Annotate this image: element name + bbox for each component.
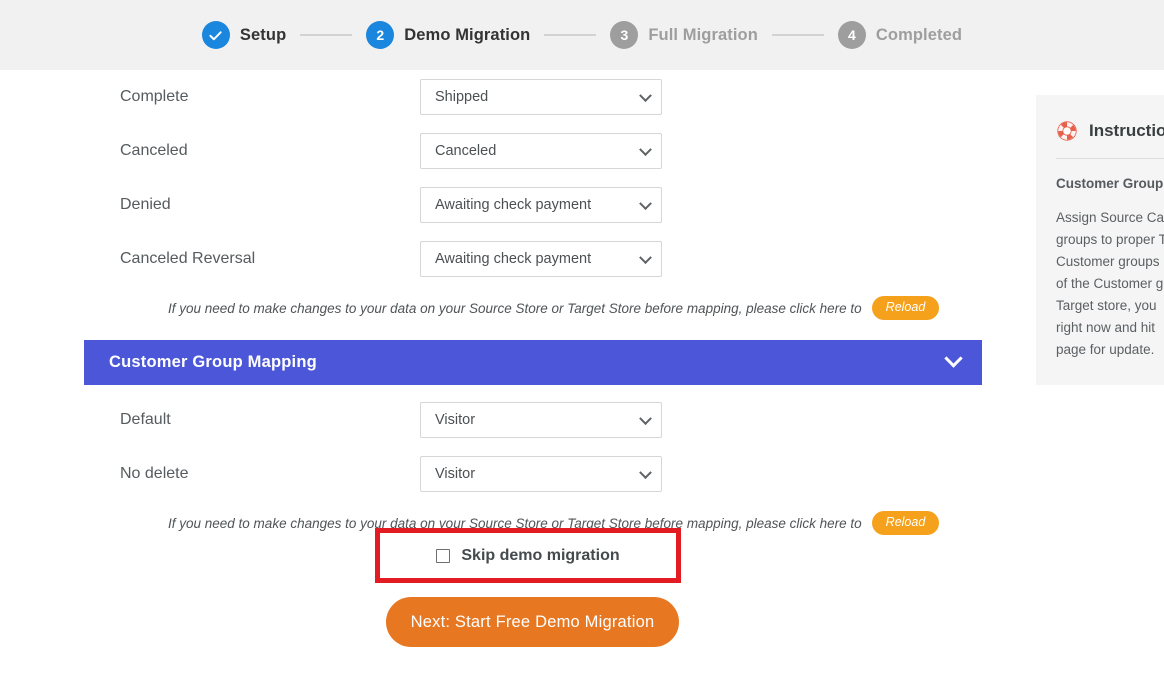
- mapping-row-canceled: Canceled Canceled: [0, 124, 1164, 178]
- migration-stepper: Setup 2 Demo Migration 3 Full Migration …: [0, 0, 1164, 70]
- instructions-line: Customer groups: [1056, 254, 1160, 269]
- mapping-select-canceled-reversal[interactable]: Awaiting check payment: [420, 241, 662, 277]
- mapping-select-no-delete[interactable]: Visitor: [420, 456, 662, 492]
- mapping-label-no-delete: No delete: [120, 465, 189, 482]
- mapping-select-complete[interactable]: Shipped: [420, 79, 662, 115]
- mapping-select-no-delete-value: Visitor: [435, 466, 476, 482]
- customer-group-mapping-title: Customer Group Mapping: [109, 353, 317, 371]
- mapping-select-canceled[interactable]: Canceled: [420, 133, 662, 169]
- reload-button[interactable]: Reload: [871, 296, 940, 320]
- step-3-label: Full Migration: [648, 25, 758, 44]
- step-completed[interactable]: 4 Completed: [837, 21, 963, 49]
- chevron-down-icon[interactable]: [944, 349, 963, 368]
- mapping-select-denied[interactable]: Awaiting check payment: [420, 187, 662, 223]
- skip-demo-migration-checkbox[interactable]: [436, 548, 451, 563]
- mapping-select-default-value: Visitor: [435, 412, 476, 428]
- mapping-row-canceled-reversal: Canceled Reversal Awaiting check payment: [0, 232, 1164, 286]
- next-start-free-demo-migration-button[interactable]: Next: Start Free Demo Migration: [386, 597, 679, 647]
- stepper-connector-2: [544, 34, 597, 36]
- instructions-subtitle: Customer Group Mapping: [1056, 176, 1164, 191]
- chevron-down-icon: [639, 466, 652, 480]
- instructions-line: Target store, you: [1056, 298, 1157, 313]
- instructions-panel: Instructions Customer Group Mapping Assi…: [1036, 95, 1164, 385]
- stepper-connector-1: [300, 34, 353, 36]
- mapping-label-complete: Complete: [120, 88, 189, 105]
- step-setup[interactable]: Setup: [201, 21, 287, 49]
- chevron-down-icon: [639, 89, 652, 103]
- skip-demo-migration-label: Skip demo migration: [461, 546, 620, 564]
- step-2-label: Demo Migration: [404, 25, 531, 44]
- reload-button[interactable]: Reload: [871, 511, 940, 535]
- reload-notice-text: If you need to make changes to your data…: [168, 300, 862, 316]
- mapping-select-default[interactable]: Visitor: [420, 402, 662, 438]
- mapping-row-denied: Denied Awaiting check payment: [0, 178, 1164, 232]
- mapping-select-canceled-value: Canceled: [435, 143, 497, 159]
- instructions-divider: [1056, 158, 1164, 159]
- mapping-label-canceled: Canceled: [120, 142, 188, 159]
- instructions-line: groups to proper T: [1056, 232, 1164, 247]
- chevron-down-icon: [639, 143, 652, 157]
- skip-demo-migration-highlight: Skip demo migration: [375, 528, 681, 583]
- instructions-line: of the Customer g: [1056, 276, 1164, 291]
- instructions-title: Instructions: [1089, 121, 1164, 140]
- mapping-select-denied-value: Awaiting check payment: [435, 197, 592, 213]
- mapping-content: Complete Shipped Canceled Canceled Denie…: [0, 70, 1164, 545]
- mapping-label-denied: Denied: [120, 196, 171, 213]
- instructions-line: Assign Source Ca: [1056, 210, 1164, 225]
- mapping-row-complete: Complete Shipped: [0, 70, 1164, 124]
- mapping-select-canceled-reversal-value: Awaiting check payment: [435, 251, 592, 267]
- step-full-migration[interactable]: 3 Full Migration: [610, 21, 758, 49]
- instructions-header: Instructions: [1036, 113, 1164, 149]
- customer-group-mapping-header[interactable]: Customer Group Mapping: [84, 340, 982, 385]
- chevron-down-icon: [639, 197, 652, 211]
- mapping-label-default: Default: [120, 411, 171, 428]
- stepper-connector-3: [771, 34, 824, 36]
- step-2-number: 2: [366, 21, 395, 49]
- chevron-down-icon: [639, 251, 652, 265]
- demo-migration-page: Setup 2 Demo Migration 3 Full Migration …: [0, 0, 1164, 700]
- instructions-line: right now and hit: [1056, 320, 1156, 335]
- instructions-line: page for update.: [1056, 342, 1155, 357]
- step-1-label: Setup: [239, 25, 287, 44]
- step-demo-migration[interactable]: 2 Demo Migration: [366, 21, 530, 49]
- instructions-body: Assign Source Ca groups to proper T Cust…: [1056, 207, 1164, 361]
- step-4-label: Completed: [875, 25, 963, 44]
- reload-notice-order-status: If you need to make changes to your data…: [0, 286, 1164, 330]
- mapping-row-no-delete: No delete Visitor: [0, 447, 1164, 501]
- step-1-check-icon: [201, 21, 230, 49]
- chevron-down-icon: [639, 412, 652, 426]
- step-4-number: 4: [837, 21, 866, 49]
- lifebuoy-icon: [1057, 121, 1077, 141]
- step-3-number: 3: [610, 21, 639, 49]
- mapping-select-complete-value: Shipped: [435, 89, 489, 105]
- stepper-steps: Setup 2 Demo Migration 3 Full Migration …: [201, 21, 963, 49]
- mapping-row-default: Default Visitor: [0, 393, 1164, 447]
- skip-demo-migration-control[interactable]: Skip demo migration: [436, 546, 620, 565]
- mapping-label-canceled-reversal: Canceled Reversal: [120, 250, 256, 267]
